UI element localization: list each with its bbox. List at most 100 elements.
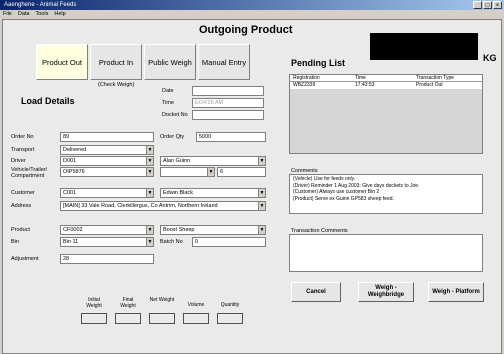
tab-product-out[interactable]: Product Out [36, 44, 88, 80]
driver-name-value: Alan Guinn [163, 158, 191, 164]
tab-product-in[interactable]: Product In [90, 44, 142, 80]
cancel-button[interactable]: Cancel [291, 282, 341, 302]
driver-code-dropdown[interactable]: D001 ▼ [60, 156, 154, 166]
order-no-label: Order No [11, 134, 34, 140]
address-dropdown[interactable]: [MAIN] 33 Vale Road, Clerkillergus, Co A… [60, 201, 266, 211]
final-weight-label: Final Weight [120, 297, 136, 309]
date-label: Date [162, 88, 174, 94]
check-weigh-label: (Check Weigh) [98, 82, 135, 88]
pending-list: Registration Time Transaction Type WBZ23… [289, 74, 483, 154]
kg-label: KG [483, 53, 497, 63]
volume-label: Volume [187, 302, 205, 308]
volume-box [183, 313, 209, 324]
chevron-down-icon[interactable]: ▼ [258, 226, 265, 234]
transport-value: Delivered [63, 147, 87, 153]
docket-field[interactable] [192, 110, 264, 120]
customer-code-value: C001 [63, 190, 77, 196]
product-label: Product [11, 227, 30, 233]
menu-data[interactable]: Data [18, 10, 30, 19]
chevron-down-icon[interactable]: ▼ [146, 168, 153, 176]
tab-manual-entry[interactable]: Manual Entry [198, 44, 250, 80]
bin-label: Bin [11, 239, 19, 245]
driver-name-dropdown[interactable]: Alan Guinn ▼ [160, 156, 266, 166]
trailer-dropdown[interactable]: ▼ [160, 167, 215, 177]
menu-tools[interactable]: Tools [36, 10, 49, 19]
customer-name-dropdown[interactable]: Edwin Black ▼ [160, 188, 266, 198]
bin-value: Bin 11 [63, 239, 79, 245]
quantity-box [217, 313, 243, 324]
customer-label: Customer [11, 190, 35, 196]
order-qty-label: Order Qty [160, 134, 185, 140]
load-details-title: Load Details [21, 96, 75, 106]
vehicle-value: OIP5876 [63, 169, 85, 175]
batch-label: Batch No [160, 239, 183, 245]
customer-name-value: Edwin Black [163, 190, 193, 196]
order-qty-field[interactable]: 5000 [196, 132, 266, 142]
compartment-field[interactable]: 6 [217, 167, 266, 177]
weigh-platform-button[interactable]: Weigh - Platform [428, 282, 484, 302]
col-transaction-type: Transaction Type [416, 75, 455, 81]
quantity-label: Quantity [220, 302, 240, 308]
chevron-down-icon[interactable]: ▼ [146, 157, 153, 165]
page-title: Outgoing Product [199, 24, 293, 36]
row-type: Product Out [416, 82, 443, 88]
application-window: Aaenghene - Animal Feeds _ □ × File Data… [0, 0, 504, 354]
chevron-down-icon[interactable]: ▼ [146, 189, 153, 197]
product-name-dropdown[interactable]: Boost Sheep ▼ [160, 225, 266, 235]
tab-public-weigh[interactable]: Public Weigh [144, 44, 196, 80]
customer-code-dropdown[interactable]: C001 ▼ [60, 188, 154, 198]
date-field[interactable] [192, 86, 264, 96]
comments-box[interactable]: (Vehicle) Use for feeds only. (Driver) R… [289, 174, 483, 214]
row-time: 17:43:53 [355, 82, 375, 88]
minimize-button[interactable]: _ [473, 1, 482, 9]
order-no-field[interactable]: 89 [60, 132, 154, 142]
product-code-value: CF0002 [63, 227, 83, 233]
row-registration: WBZ2339 [293, 82, 316, 88]
time-field[interactable]: EO4:25 AM [192, 98, 264, 108]
window-title: Aaenghene - Animal Feeds [4, 2, 77, 8]
chevron-down-icon[interactable]: ▼ [146, 146, 153, 154]
adjustment-label: Adjustment [11, 256, 39, 262]
comment-line: (Product) Serve ex Guinn GP583 sheep fee… [293, 195, 394, 202]
transport-label: Transport [11, 147, 35, 153]
adjustment-field[interactable]: 28 [60, 254, 154, 264]
net-weight-box [149, 313, 175, 324]
menu-file[interactable]: File [3, 10, 12, 19]
chevron-down-icon[interactable]: ▼ [258, 189, 265, 197]
menu-bar: File Data Tools Help [0, 10, 504, 19]
product-code-dropdown[interactable]: CF0002 ▼ [60, 225, 154, 235]
chevron-down-icon[interactable]: ▼ [258, 157, 265, 165]
docket-label: Docket No [162, 112, 188, 118]
maximize-button[interactable]: □ [483, 1, 492, 9]
close-button[interactable]: × [493, 1, 502, 9]
chevron-down-icon[interactable]: ▼ [146, 226, 153, 234]
driver-code-value: D001 [63, 158, 77, 164]
col-registration: Registration [293, 75, 320, 81]
col-time: Time [355, 75, 366, 81]
title-bar: Aaenghene - Animal Feeds _ □ × [0, 0, 504, 10]
vehicle-label: Vehicle/Trailer/ Compartment [11, 167, 48, 179]
vehicle-dropdown[interactable]: OIP5876 ▼ [60, 167, 154, 177]
initial-weight-box [81, 313, 107, 324]
chevron-down-icon[interactable]: ▼ [146, 238, 153, 246]
final-weight-box [115, 313, 141, 324]
weigh-weighbridge-button[interactable]: Weigh - Weighbridge [358, 282, 414, 302]
initial-weight-label: Initial Weight [86, 297, 102, 309]
transaction-comments-field[interactable] [289, 234, 483, 272]
bin-dropdown[interactable]: Bin 11 ▼ [60, 237, 154, 247]
chevron-down-icon[interactable]: ▼ [207, 168, 214, 176]
net-weight-label: Net Weight [149, 297, 175, 303]
chevron-down-icon[interactable]: ▼ [258, 202, 265, 210]
address-value: [MAIN] 33 Vale Road, Clerkillergus, Co A… [63, 203, 218, 209]
batch-field[interactable]: 0 [192, 237, 266, 247]
driver-label: Driver [11, 158, 26, 164]
transport-dropdown[interactable]: Delivered ▼ [60, 145, 154, 155]
outgoing-product-form: Outgoing Product Product Out Product In … [2, 19, 502, 354]
address-label: Address [11, 203, 32, 209]
menu-help[interactable]: Help [54, 10, 65, 19]
pending-header: Registration Time Transaction Type [290, 75, 482, 82]
weight-display [370, 33, 478, 60]
time-label: Time [162, 100, 175, 106]
table-row[interactable]: WBZ2339 17:43:53 Product Out [290, 82, 482, 89]
product-name-value: Boost Sheep [163, 227, 195, 233]
